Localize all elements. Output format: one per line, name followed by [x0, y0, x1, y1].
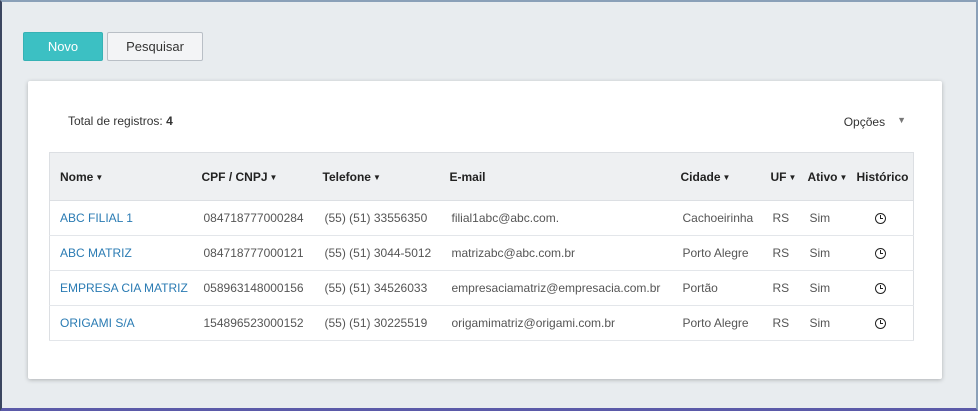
table-header-row: Nome ▼ CPF / CNPJ ▼ Telefone ▼ E-mail Cidad… [49, 152, 914, 201]
email-cell: matrizabc@abc.com.br [439, 235, 671, 271]
uf-cell: RS [760, 305, 798, 341]
city-cell: Porto Alegre [670, 235, 761, 271]
history-clock-icon[interactable] [875, 283, 887, 295]
options-label: Opções [843, 115, 886, 129]
total-records: Total de registros: 4 [68, 114, 173, 128]
cpf-cell: 154896523000152 [191, 305, 313, 341]
table-row: ABC MATRIZ 084718777000121 (55) (51) 304… [49, 235, 914, 271]
header-nome[interactable]: Nome ▼ [49, 152, 192, 201]
sort-down-icon: ▼ [95, 172, 104, 182]
total-records-label: Total de registros: [68, 114, 163, 128]
table-row: ORIGAMI S/A 154896523000152 (55) (51) 30… [49, 305, 914, 341]
record-name-link[interactable]: EMPRESA CIA MATRIZ [60, 281, 188, 295]
email-cell: origamimatriz@origami.com.br [439, 305, 671, 341]
header-historico: Histórico [848, 152, 914, 201]
phone-cell: (55) (51) 30225519 [312, 305, 440, 341]
table-row: ABC FILIAL 1 084718777000284 (55) (51) 3… [49, 200, 914, 236]
history-clock-icon[interactable] [875, 318, 887, 330]
record-name-link[interactable]: ABC FILIAL 1 [60, 211, 133, 225]
active-cell: Sim [797, 305, 849, 341]
records-table: Nome ▼ CPF / CNPJ ▼ Telefone ▼ E-mail Cidad… [49, 152, 914, 341]
active-cell: Sim [797, 200, 849, 236]
header-telefone[interactable]: Telefone ▼ [312, 152, 440, 201]
active-cell: Sim [797, 270, 849, 306]
active-cell: Sim [797, 235, 849, 271]
record-name-link[interactable]: ORIGAMI S/A [60, 316, 135, 330]
cpf-cell: 084718777000284 [191, 200, 313, 236]
history-clock-icon[interactable] [875, 213, 887, 225]
uf-cell: RS [760, 270, 798, 306]
email-cell: filial1abc@abc.com. [439, 200, 671, 236]
table-row: EMPRESA CIA MATRIZ 058963148000156 (55) … [49, 270, 914, 306]
header-cpf[interactable]: CPF / CNPJ ▼ [191, 152, 313, 201]
cpf-cell: 084718777000121 [191, 235, 313, 271]
phone-cell: (55) (51) 34526033 [312, 270, 440, 306]
email-cell: empresaciamatriz@empresacia.com.br [439, 270, 671, 306]
record-name-link[interactable]: ABC MATRIZ [60, 246, 132, 260]
sort-down-icon: ▼ [269, 172, 278, 182]
city-cell: Portão [670, 270, 761, 306]
cpf-cell: 058963148000156 [191, 270, 313, 306]
phone-cell: (55) (51) 3044-5012 [312, 235, 440, 271]
toolbar: Novo Pesquisar [23, 32, 203, 61]
caret-down-icon: ▼ [897, 115, 906, 125]
sort-down-icon: ▼ [372, 172, 381, 182]
city-cell: Cachoeirinha [670, 200, 761, 236]
sort-down-icon: ▼ [839, 172, 848, 182]
sort-down-icon: ▼ [788, 172, 797, 182]
header-email: E-mail [439, 152, 671, 201]
search-button[interactable]: Pesquisar [107, 32, 203, 61]
uf-cell: RS [760, 200, 798, 236]
sort-down-icon: ▼ [722, 172, 731, 182]
header-uf[interactable]: UF ▼ [760, 152, 798, 201]
header-cidade[interactable]: Cidade ▼ [670, 152, 761, 201]
uf-cell: RS [760, 235, 798, 271]
header-ativo[interactable]: Ativo ▼ [797, 152, 849, 201]
city-cell: Porto Alegre [670, 305, 761, 341]
phone-cell: (55) (51) 33556350 [312, 200, 440, 236]
history-clock-icon[interactable] [875, 248, 887, 260]
total-records-value: 4 [166, 114, 173, 128]
new-button[interactable]: Novo [23, 32, 103, 61]
options-dropdown[interactable]: Opções ▼ [844, 115, 906, 129]
results-card: Total de registros: 4 Opções ▼ Nome ▼ CPF… [28, 81, 942, 379]
